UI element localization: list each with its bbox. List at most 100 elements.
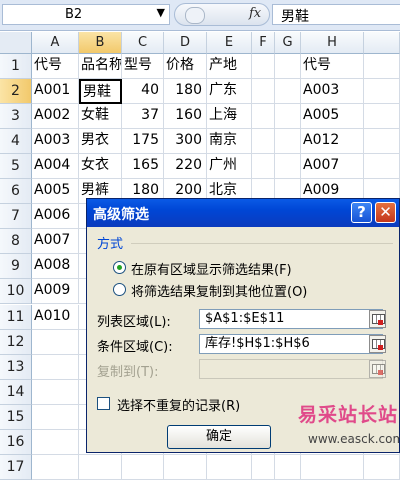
row-header-13[interactable]: 13 (0, 354, 32, 380)
cell-i1[interactable] (364, 54, 400, 80)
criteria-range-input[interactable]: 库存!$H$1:$H$6 (199, 334, 383, 354)
copy-to-option-label[interactable]: 将筛选结果复制到其他位置(O) (131, 281, 307, 300)
cell-b1[interactable]: 品名称 (79, 54, 122, 80)
cell-d4[interactable]: 300 (164, 129, 207, 155)
cell-a7[interactable]: A006 (32, 204, 79, 230)
cell-f4[interactable] (252, 129, 275, 155)
cell-i2[interactable] (364, 79, 400, 105)
ok-button[interactable]: 确定 (167, 425, 271, 449)
row-header-6[interactable]: 6 (0, 179, 32, 205)
formula-input[interactable]: 男鞋 (272, 4, 400, 25)
select-all-corner[interactable] (0, 32, 32, 54)
filter-in-place-radio[interactable] (113, 261, 126, 274)
cell-g3[interactable] (275, 104, 301, 130)
cell-a17[interactable] (32, 454, 79, 480)
close-button[interactable]: ✕ (375, 202, 396, 223)
cell-d2[interactable]: 180 (164, 79, 207, 105)
cell-h3[interactable]: A005 (301, 104, 364, 130)
cell-a10[interactable]: A009 (32, 279, 79, 305)
cell-a8[interactable]: A007 (32, 229, 79, 255)
row-header-15[interactable]: 15 (0, 404, 32, 430)
cell-d5[interactable]: 220 (164, 154, 207, 180)
list-range-input[interactable]: $A$1:$E$11 (199, 309, 383, 329)
cell-b17[interactable] (79, 454, 122, 480)
cell-g4[interactable] (275, 129, 301, 155)
cell-a9[interactable]: A008 (32, 254, 79, 280)
cell-a4[interactable]: A003 (32, 129, 79, 155)
cell-d3[interactable]: 160 (164, 104, 207, 130)
cell-c2[interactable]: 40 (122, 79, 164, 105)
cell-c17[interactable] (122, 454, 164, 480)
cell-b2[interactable]: 男鞋 (79, 79, 122, 105)
filter-in-place-label[interactable]: 在原有区域显示筛选结果(F) (131, 259, 292, 278)
cell-f2[interactable] (252, 79, 275, 105)
cell-a6[interactable]: A005 (32, 179, 79, 205)
cell-a15[interactable] (32, 404, 79, 430)
row-header-7[interactable]: 7 (0, 204, 32, 230)
column-header-h[interactable]: H (301, 32, 364, 54)
cell-a1[interactable]: 代号 (32, 54, 79, 80)
row-header-4[interactable]: 4 (0, 129, 32, 155)
list-range-collapse-icon[interactable] (369, 310, 386, 328)
cell-b3[interactable]: 女鞋 (79, 104, 122, 130)
cell-f5[interactable] (252, 154, 275, 180)
cell-e17[interactable] (207, 454, 252, 480)
cell-g2[interactable] (275, 79, 301, 105)
row-header-3[interactable]: 3 (0, 104, 32, 130)
cell-h2[interactable]: A003 (301, 79, 364, 105)
column-header-c[interactable]: C (122, 32, 164, 54)
copy-to-input[interactable] (199, 359, 383, 379)
column-header-g[interactable]: G (275, 32, 301, 54)
insert-function-button[interactable]: fx (249, 6, 261, 21)
cell-e5[interactable]: 广州 (207, 154, 252, 180)
cell-h17[interactable] (301, 454, 364, 480)
column-header-a[interactable]: A (32, 32, 79, 54)
column-header-d[interactable]: D (164, 32, 207, 54)
cell-f3[interactable] (252, 104, 275, 130)
cell-e2[interactable]: 广东 (207, 79, 252, 105)
cell-e3[interactable]: 上海 (207, 104, 252, 130)
cell-d1[interactable]: 价格 (164, 54, 207, 80)
cell-i5[interactable] (364, 154, 400, 180)
column-header-f[interactable]: F (252, 32, 275, 54)
criteria-range-collapse-icon[interactable] (369, 335, 386, 353)
cell-i17[interactable] (364, 454, 400, 480)
unique-records-checkbox[interactable] (97, 397, 110, 410)
cell-d17[interactable] (164, 454, 207, 480)
cell-a12[interactable] (32, 329, 79, 355)
cell-c5[interactable]: 165 (122, 154, 164, 180)
name-box[interactable]: B2 ▼ (2, 4, 170, 25)
dialog-titlebar[interactable]: 高级筛选 ? ✕ (87, 199, 399, 227)
cell-b4[interactable]: 男衣 (79, 129, 122, 155)
cell-c3[interactable]: 37 (122, 104, 164, 130)
cell-i4[interactable] (364, 129, 400, 155)
cell-e1[interactable]: 产地 (207, 54, 252, 80)
copy-to-radio[interactable] (113, 283, 126, 296)
cell-a2[interactable]: A001 (32, 79, 79, 105)
row-header-16[interactable]: 16 (0, 429, 32, 455)
cell-i3[interactable] (364, 104, 400, 130)
row-header-1[interactable]: 1 (0, 54, 32, 80)
cell-f17[interactable] (252, 454, 275, 480)
cell-a5[interactable]: A004 (32, 154, 79, 180)
row-header-14[interactable]: 14 (0, 379, 32, 405)
column-header-e[interactable]: E (207, 32, 252, 54)
cell-b5[interactable]: 女衣 (79, 154, 122, 180)
row-header-10[interactable]: 10 (0, 279, 32, 305)
cell-h1[interactable]: 代号 (301, 54, 364, 80)
copy-to-collapse-icon[interactable] (369, 360, 386, 378)
unique-records-label[interactable]: 选择不重复的记录(R) (117, 395, 240, 414)
cell-h5[interactable]: A007 (301, 154, 364, 180)
cell-f1[interactable] (252, 54, 275, 80)
cell-h4[interactable]: A012 (301, 129, 364, 155)
name-box-dropdown-icon[interactable]: ▼ (157, 6, 165, 19)
row-header-5[interactable]: 5 (0, 154, 32, 180)
row-header-9[interactable]: 9 (0, 254, 32, 280)
row-header-11[interactable]: 11 (0, 304, 32, 330)
cell-g17[interactable] (275, 454, 301, 480)
cell-e4[interactable]: 南京 (207, 129, 252, 155)
cell-a3[interactable]: A002 (32, 104, 79, 130)
cell-a13[interactable] (32, 354, 79, 380)
row-header-17[interactable]: 17 (0, 454, 32, 480)
cell-a11[interactable]: A010 (32, 304, 79, 330)
